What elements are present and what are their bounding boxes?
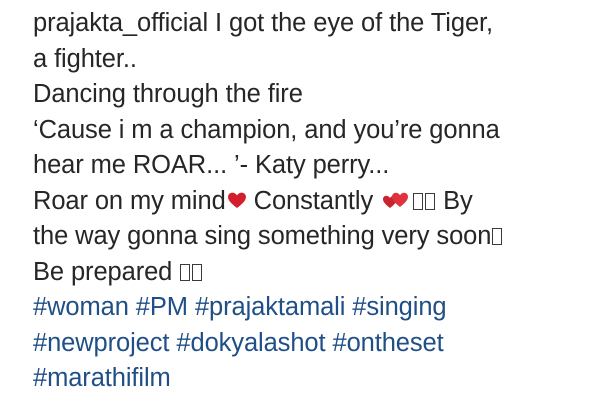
two-hearts-icon: [382, 189, 410, 211]
caption-text-line-7: the way gonna sing something very soon: [33, 222, 492, 250]
caption-line-5: hear me ROAR... ’- Katy perry...: [33, 151, 390, 179]
caption-line-1: prajakta_official I got the eye of the T…: [33, 6, 593, 42]
caption-line-4: ‘Cause i m a champion, and you’re gonna: [33, 115, 500, 144]
hashtag-link[interactable]: #PM: [136, 293, 188, 321]
missing-glyph-box-icon: [180, 263, 191, 281]
hashtag-link[interactable]: #singing: [352, 293, 446, 321]
hashtag-link[interactable]: #newproject: [33, 329, 170, 357]
caption-line-3: Dancing through the fire: [33, 80, 303, 108]
caption-text-line-1: I got the eye of the Tiger,: [208, 9, 494, 37]
caption-text-by: By: [436, 186, 473, 215]
caption-text-roar: Roar on my mind: [33, 186, 226, 215]
hashtag-line-2: #newproject #dokyalashot #ontheset: [33, 326, 593, 362]
post-caption: prajakta_official I got the eye of the T…: [33, 6, 593, 397]
caption-line-6: Roar on my mind Constantly By: [33, 184, 593, 220]
hashtag-link[interactable]: #woman: [33, 293, 129, 321]
caption-text-line-8: Be prepared: [33, 257, 180, 286]
caption-line-8: Be prepared: [33, 255, 593, 291]
missing-glyph-box-icon: [425, 192, 436, 210]
caption-line-7: the way gonna sing something very soon: [33, 219, 593, 255]
red-heart-icon: [227, 184, 247, 220]
hashtag-link[interactable]: #prajaktamali: [195, 293, 345, 321]
username-link[interactable]: prajakta_official: [33, 9, 208, 37]
hashtag-link[interactable]: #dokyalashot: [176, 329, 325, 357]
hashtag-line-1: #woman #PM #prajaktamali #singing: [33, 290, 593, 326]
missing-glyph-box-icon: [192, 263, 203, 281]
caption-line-2: a fighter..: [33, 44, 137, 73]
missing-glyph-box-icon: [492, 228, 503, 245]
hashtag-link[interactable]: #ontheset: [332, 329, 443, 357]
hashtag-link[interactable]: #marathifilm: [33, 364, 171, 392]
missing-glyph-box-icon: [413, 192, 424, 210]
hashtag-line-3: #marathifilm: [33, 361, 593, 397]
caption-text-constantly: Constantly: [246, 186, 381, 215]
